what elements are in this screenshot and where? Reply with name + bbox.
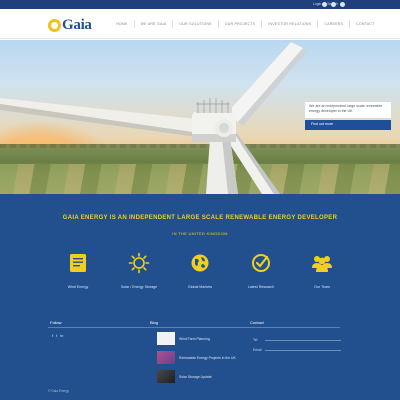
blog-post[interactable]: Renewable Energy Projects in the UK: [157, 349, 247, 366]
feature-label: Our Team: [314, 285, 330, 289]
site-header: Gaia HOME WE ARE GAIA OUR SOLUTIONS OUR …: [0, 9, 400, 39]
hero-caption-text: We are an independent large scale renewa…: [305, 102, 391, 118]
twitter-icon[interactable]: t: [56, 333, 57, 338]
gaia-homepage: Login Search Gaia HOME WE ARE GAIA OUR S…: [0, 0, 400, 400]
blog-post[interactable]: Solar Storage Update: [157, 368, 247, 385]
feature-label: Global Markets: [187, 285, 213, 289]
nav-contact[interactable]: CONTACT: [349, 20, 381, 28]
contact-title: Contact: [250, 320, 264, 325]
nav-our-projects[interactable]: OUR PROJECTS: [217, 20, 262, 28]
sun-logo-center: [51, 22, 58, 29]
contact-details: Tel Email: [253, 332, 341, 352]
gaia-logo[interactable]: Gaia: [48, 15, 100, 35]
main-nav: HOME WE ARE GAIA OUR SOLUTIONS OUR PROJE…: [110, 20, 381, 28]
feature-latest-research[interactable]: Latest Research: [233, 252, 289, 297]
feature-global-markets[interactable]: Global Markets: [172, 252, 228, 297]
top-utility-bar: Login Search: [0, 0, 400, 9]
blog-thumbnail: [157, 370, 175, 383]
contact-value-line: [265, 340, 341, 341]
nav-we-are-gaia[interactable]: WE ARE GAIA: [133, 20, 173, 28]
contact-row: Email: [253, 342, 341, 352]
find-out-more-button[interactable]: Find out more: [305, 120, 391, 130]
contact-value-line: [265, 350, 341, 351]
login-link[interactable]: Login: [313, 1, 321, 8]
nav-home[interactable]: HOME: [110, 20, 134, 28]
globe-icon: [191, 254, 209, 272]
people-icon: [312, 256, 332, 272]
logo-wordmark: Gaia: [62, 17, 92, 33]
footer-divider: [48, 327, 340, 328]
social-icons: [322, 1, 345, 7]
blog-thumbnail: [157, 351, 175, 364]
feature-row: Wind Energy Solar / Energy Storage Globa…: [50, 252, 350, 297]
feature-label: Solar / Energy Storage: [120, 285, 158, 289]
nav-our-solutions[interactable]: OUR SOLUTIONS: [172, 20, 217, 28]
blog-post-title: Wind Farm Planning: [179, 336, 210, 341]
blog-thumbnail: [157, 332, 175, 345]
feature-wind-energy[interactable]: Wind Energy: [50, 252, 106, 297]
copyright-text: © Gaia Energy: [48, 389, 69, 393]
facebook-icon[interactable]: [322, 1, 327, 7]
blog-post-title: Renewable Energy Projects in the UK: [179, 355, 236, 360]
contact-label: Tel: [253, 338, 258, 342]
check-circle-icon: [252, 254, 270, 272]
hero-caption: We are an independent large scale renewa…: [305, 102, 391, 130]
turbine-blade-upper: [228, 42, 303, 122]
follow-icons: f t in: [52, 333, 63, 338]
contact-label: Email: [253, 348, 262, 352]
blog-post[interactable]: Wind Farm Planning: [157, 330, 247, 347]
intro-headline: GAIA ENERGY IS AN INDEPENDENT LARGE SCAL…: [62, 215, 338, 221]
sun-icon: [128, 252, 150, 274]
facebook-icon[interactable]: f: [52, 333, 53, 338]
blog-title: Blog: [150, 320, 159, 325]
document-icon: [70, 254, 86, 272]
feature-label: Wind Energy: [67, 285, 89, 289]
twitter-icon[interactable]: [331, 1, 336, 7]
linkedin-icon[interactable]: [340, 1, 345, 7]
feature-label: Latest Research: [247, 285, 275, 289]
feature-solar-storage[interactable]: Solar / Energy Storage: [111, 252, 167, 297]
turbine-blade-left: [0, 98, 206, 134]
blog-post-title: Solar Storage Update: [179, 374, 212, 379]
intro-subline: IN THE UNITED KINGDOM: [172, 231, 228, 236]
contact-row: Tel: [253, 332, 341, 342]
blog-posts: Wind Farm Planning Renewable Energy Proj…: [157, 330, 247, 387]
nav-investor-relations[interactable]: INVESTOR RELATIONS: [261, 20, 317, 28]
feature-our-team[interactable]: Our Team: [294, 252, 350, 297]
linkedin-icon[interactable]: in: [60, 333, 63, 338]
nav-careers[interactable]: CAREERS: [317, 20, 349, 28]
follow-title: Follow: [50, 320, 62, 325]
